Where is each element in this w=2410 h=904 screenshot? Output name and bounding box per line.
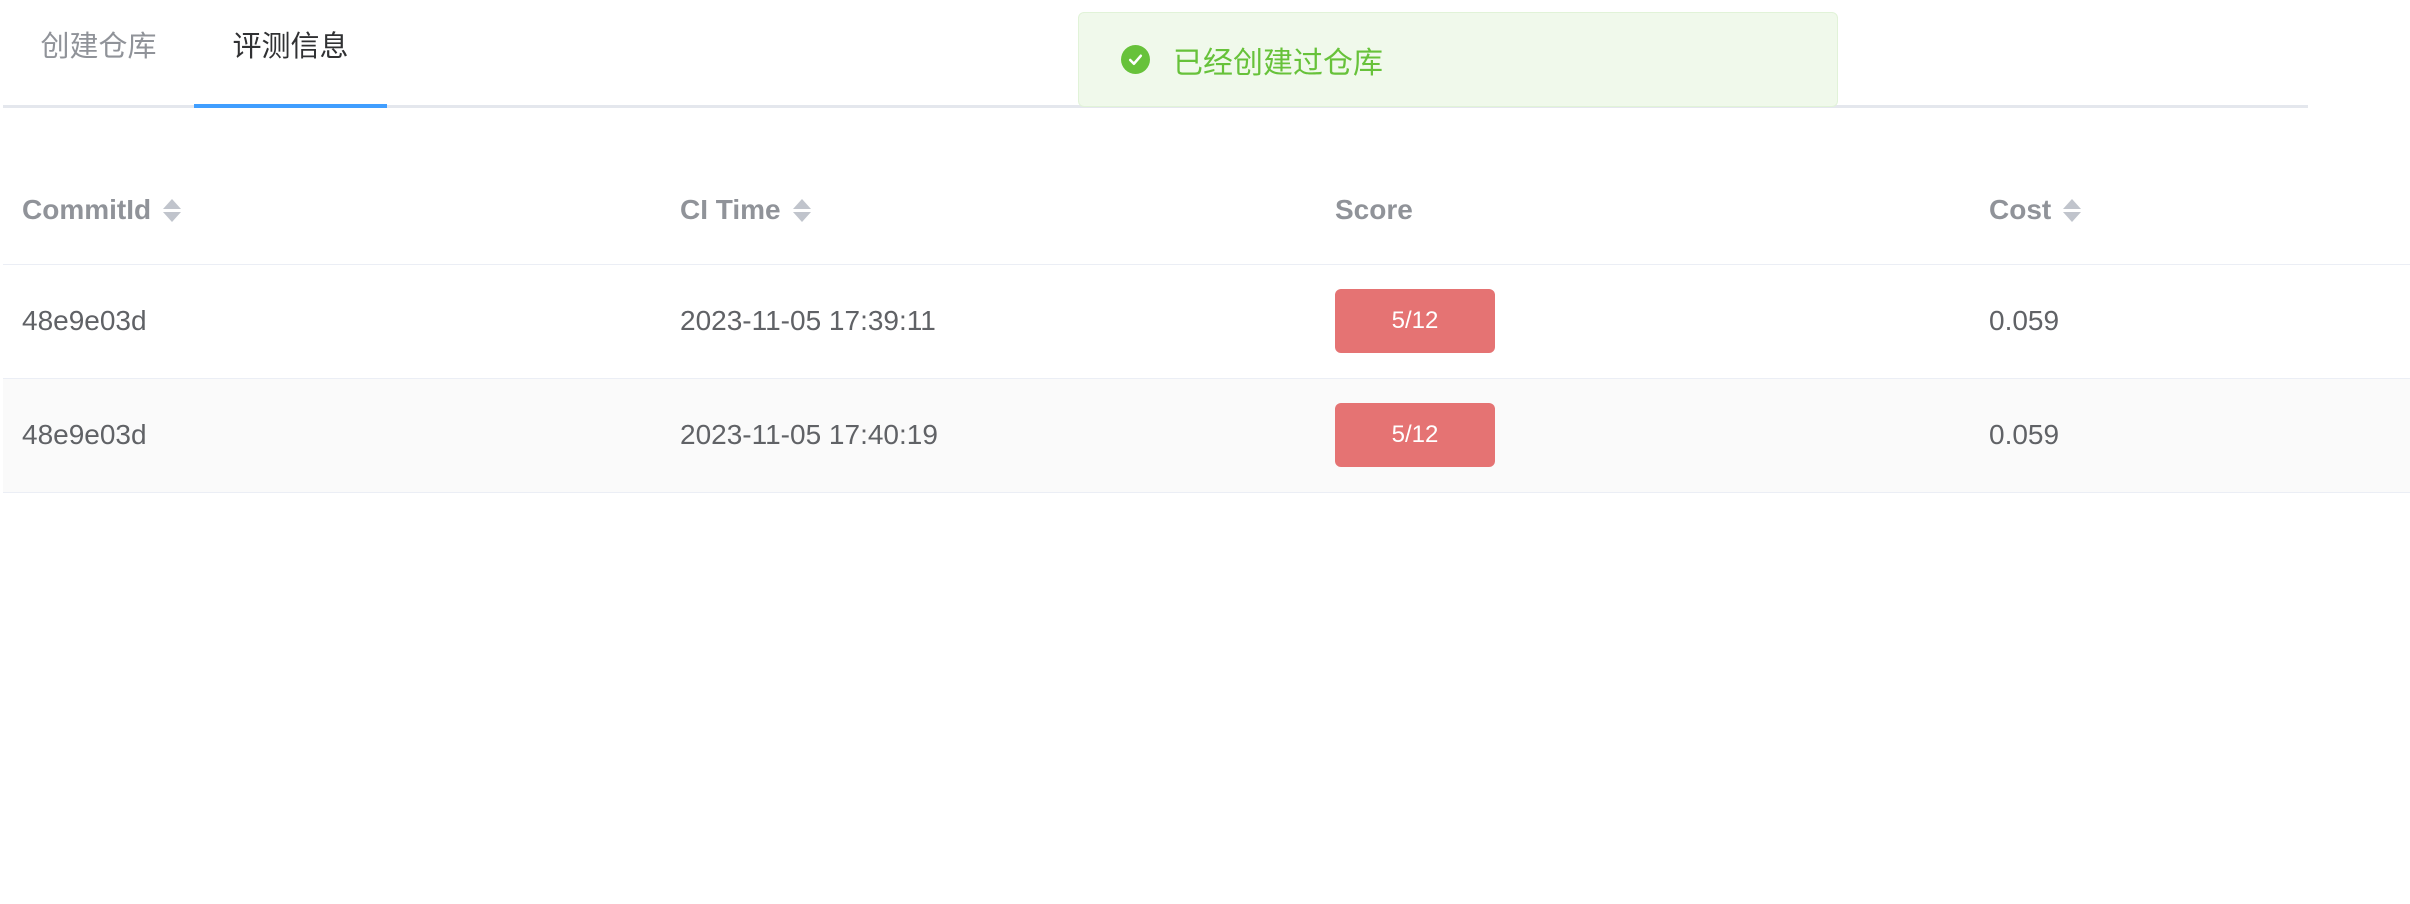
cell-score: 5/12 [1335,379,1495,491]
toast-message: 已经创建过仓库 [1173,46,1383,80]
active-tab-indicator [194,104,387,108]
table-header: CommitId CI Time Score Cost [3,155,2410,265]
column-header-cost[interactable]: Cost [1989,155,2082,265]
column-header-score: Score [1335,155,1413,265]
success-toast: 已经创建过仓库 [1078,12,1838,107]
cell-ci-time: 2023-11-05 17:39:11 [680,305,936,336]
sort-icon[interactable] [163,198,182,222]
column-label: Cost [1989,194,2052,225]
tab-evaluation-info[interactable]: 评测信息 [194,0,387,105]
sort-icon[interactable] [792,198,811,222]
sort-icon[interactable] [2063,198,2082,222]
table-row[interactable]: 48e9e03d 2023-11-05 17:39:11 5/12 0.059 [3,265,2410,379]
score-tag: 5/12 [1335,403,1495,467]
cell-score: 5/12 [1335,265,1495,377]
column-label: Score [1335,194,1413,225]
page: 创建仓库 评测信息 已经创建过仓库 CommitId CI Time Score [0,0,2410,904]
score-tag: 5/12 [1335,289,1495,353]
cell-cost: 0.059 [1989,305,2060,336]
cell-commit-id: 48e9e03d [22,305,147,336]
cell-ci-time: 2023-11-05 17:40:19 [680,419,938,450]
cell-commit-id: 48e9e03d [22,419,147,450]
column-label: CI Time [680,194,781,225]
table-row[interactable]: 48e9e03d 2023-11-05 17:40:19 5/12 0.059 [3,379,2410,493]
cell-cost: 0.059 [1989,419,2060,450]
column-header-ci-time[interactable]: CI Time [680,155,811,265]
column-header-commit-id[interactable]: CommitId [22,155,182,265]
check-circle-icon [1121,45,1150,74]
ci-results-table: CommitId CI Time Score Cost 48e9e03d 202… [3,155,2410,493]
column-label: CommitId [22,194,152,225]
tab-create-repo[interactable]: 创建仓库 [3,0,194,105]
